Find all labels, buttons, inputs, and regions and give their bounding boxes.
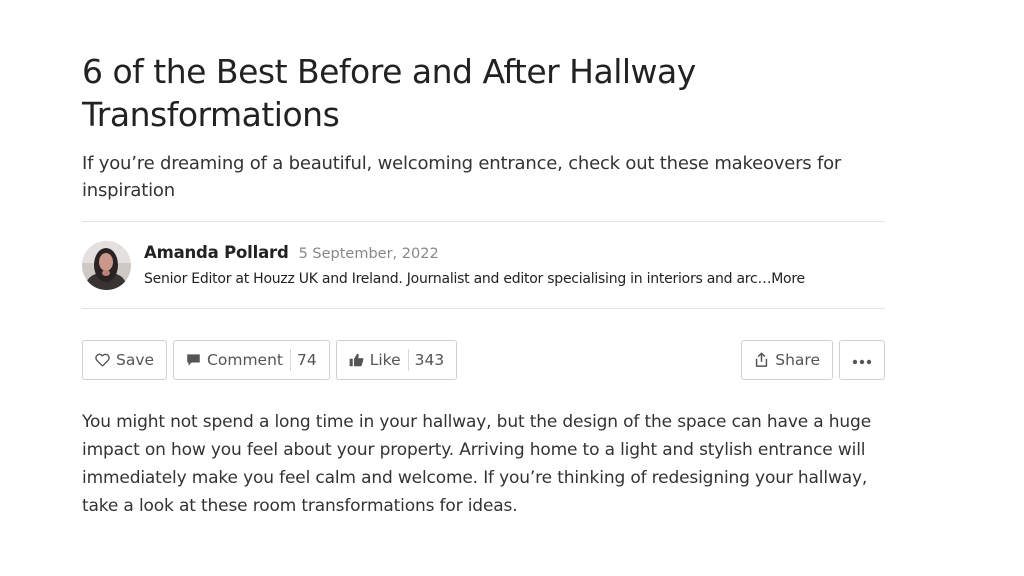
- like-count: 343: [414, 351, 445, 369]
- save-button[interactable]: Save: [82, 340, 168, 380]
- like-button[interactable]: Like 343: [335, 340, 458, 380]
- article: 6 of the Best Before and After Hallway T…: [82, 50, 885, 520]
- article-subtitle: If you’re dreaming of a beautiful, welco…: [82, 153, 842, 201]
- author-name[interactable]: Amanda Pollard: [144, 243, 289, 262]
- share-upload-icon: [754, 352, 769, 368]
- article-title: 6 of the Best Before and After Hallway T…: [82, 52, 696, 134]
- heart-outline-icon: [95, 353, 110, 367]
- action-toolbar: Save Comment 74 Like 343 Share: [82, 339, 885, 381]
- author-info: Amanda Pollard 5 September, 2022 Senior …: [144, 243, 805, 287]
- article-body: You might not spend a long time in your …: [82, 412, 872, 516]
- publish-date: 5 September, 2022: [298, 246, 439, 262]
- divider-bottom: [82, 308, 885, 309]
- comment-label: Comment: [207, 351, 283, 369]
- share-button[interactable]: Share: [741, 340, 833, 380]
- ellipsis-icon: [852, 351, 872, 369]
- author-bio: Senior Editor at Houzz UK and Ireland. J…: [144, 271, 805, 287]
- speech-bubble-icon: [186, 353, 201, 367]
- comment-button[interactable]: Comment 74: [173, 340, 330, 380]
- comment-count: 74: [297, 351, 317, 369]
- author-block: Amanda Pollard 5 September, 2022 Senior …: [82, 222, 885, 308]
- share-label: Share: [775, 351, 820, 369]
- avatar-image: [82, 240, 131, 290]
- save-label: Save: [116, 351, 155, 369]
- author-line: Amanda Pollard 5 September, 2022: [144, 243, 805, 262]
- avatar[interactable]: [82, 240, 131, 290]
- thumbs-up-icon: [349, 353, 364, 367]
- author-bio-text: Senior Editor at Houzz UK and Ireland. J…: [144, 271, 772, 287]
- author-bio-more-link[interactable]: More: [771, 271, 805, 287]
- comment-separator: [290, 349, 291, 371]
- like-label: Like: [369, 351, 401, 369]
- more-options-button[interactable]: [839, 340, 885, 380]
- like-separator: [407, 349, 409, 371]
